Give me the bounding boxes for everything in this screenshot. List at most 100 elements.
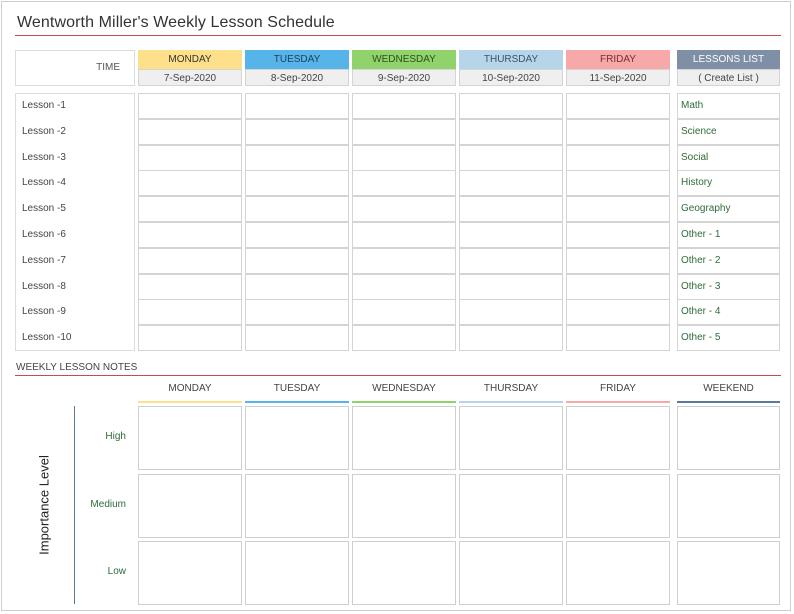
schedule-cell[interactable] (245, 196, 349, 223)
schedule-cell[interactable] (566, 196, 670, 223)
lessons-list-item[interactable]: Science (677, 118, 780, 145)
schedule-cell[interactable] (245, 170, 349, 197)
schedule-cell[interactable] (352, 196, 456, 223)
time-header: TIME (15, 50, 135, 86)
lesson-label: Lesson -7 (22, 254, 66, 266)
lessons-list-item[interactable]: History (677, 170, 780, 197)
schedule-cell[interactable] (245, 118, 349, 145)
notes-cell[interactable] (566, 541, 670, 605)
schedule-cell[interactable] (138, 247, 242, 274)
notes-rule (15, 375, 781, 376)
schedule-cell[interactable] (352, 222, 456, 248)
schedule-cell[interactable] (138, 170, 242, 197)
lessons-list-item[interactable]: Other - 5 (677, 325, 780, 352)
notes-cell[interactable] (245, 406, 349, 470)
notes-cell[interactable] (677, 474, 780, 538)
notes-cell[interactable] (459, 541, 563, 605)
schedule-cell[interactable] (566, 170, 670, 197)
lesson-label: Lesson -3 (22, 151, 66, 163)
lessons-list-item[interactable]: Math (677, 93, 780, 119)
schedule-cell[interactable] (245, 247, 349, 274)
notes-cell[interactable] (352, 474, 456, 538)
schedule-cell[interactable] (352, 273, 456, 300)
notes-header-monday: MONDAY (168, 383, 212, 394)
schedule-cell[interactable] (352, 325, 456, 352)
time-label: TIME (96, 62, 120, 73)
notes-cell[interactable] (677, 541, 780, 605)
day-header-friday: FRIDAY (566, 50, 670, 69)
schedule-cell[interactable] (566, 299, 670, 326)
notes-header-tuesday: TUESDAY (273, 383, 321, 394)
lessons-list-item[interactable]: Geography (677, 196, 780, 223)
schedule-cell[interactable] (245, 325, 349, 352)
schedule-cell[interactable] (459, 273, 563, 300)
importance-level-low: Low (107, 566, 126, 577)
notes-cell[interactable] (138, 474, 242, 538)
schedule-cell[interactable] (138, 196, 242, 223)
schedule-cell[interactable] (352, 170, 456, 197)
schedule-cell[interactable] (566, 325, 670, 352)
notes-cell[interactable] (352, 541, 456, 605)
notes-cell[interactable] (138, 541, 242, 605)
schedule-cell[interactable] (566, 144, 670, 171)
schedule-cell[interactable] (566, 247, 670, 274)
schedule-cell[interactable] (459, 325, 563, 352)
notes-cell[interactable] (566, 474, 670, 538)
notes-cell[interactable] (138, 406, 242, 470)
lessons-list-item[interactable]: Other - 3 (677, 273, 780, 300)
importance-level-medium: Medium (90, 499, 126, 510)
schedule-cell[interactable] (352, 247, 456, 274)
notes-cell[interactable] (677, 406, 780, 470)
date-cell-thursday: 10-Sep-2020 (459, 69, 563, 86)
notes-header-wednesday: WEDNESDAY (372, 383, 436, 394)
schedule-cell[interactable] (459, 144, 563, 171)
lessons-list-column: Math Science Social History Geography Other -… (677, 93, 780, 352)
notes-cell[interactable] (245, 474, 349, 538)
schedule-cell[interactable] (352, 118, 456, 145)
lessons-list-item[interactable]: Social (677, 144, 780, 171)
schedule-cell[interactable] (138, 273, 242, 300)
lessons-list-item[interactable]: Other - 4 (677, 299, 780, 326)
schedule-cell[interactable] (566, 118, 670, 145)
schedule-cell[interactable] (352, 299, 456, 326)
schedule-column-monday (138, 93, 242, 352)
day-header-tuesday: TUESDAY (245, 50, 349, 69)
schedule-cell[interactable] (138, 222, 242, 248)
schedule-cell[interactable] (566, 222, 670, 248)
lessons-list-item[interactable]: Other - 1 (677, 222, 780, 248)
notes-cell[interactable] (566, 406, 670, 470)
schedule-cell[interactable] (352, 144, 456, 171)
schedule-cell[interactable] (138, 93, 242, 119)
schedule-cell[interactable] (245, 299, 349, 326)
notes-cell[interactable] (352, 406, 456, 470)
schedule-cell[interactable] (459, 247, 563, 274)
schedule-cell[interactable] (138, 325, 242, 352)
schedule-cell[interactable] (459, 196, 563, 223)
schedule-cell[interactable] (352, 93, 456, 119)
schedule-cell[interactable] (566, 93, 670, 119)
schedule-cell[interactable] (245, 144, 349, 171)
schedule-cell[interactable] (459, 299, 563, 326)
lesson-label: Lesson -6 (22, 229, 66, 240)
schedule-cell[interactable] (459, 93, 563, 119)
notes-cell[interactable] (459, 406, 563, 470)
schedule-cell[interactable] (138, 299, 242, 326)
notes-cell[interactable] (245, 541, 349, 605)
schedule-cell[interactable] (459, 118, 563, 145)
schedule-cell[interactable] (459, 222, 563, 248)
schedule-cell[interactable] (245, 222, 349, 248)
schedule-cell[interactable] (566, 273, 670, 300)
lessons-list-item[interactable]: Other - 2 (677, 247, 780, 274)
schedule-cell[interactable] (138, 144, 242, 171)
lesson-label: Lesson -9 (22, 306, 66, 318)
notes-cell[interactable] (459, 474, 563, 538)
schedule-column-thursday (459, 93, 563, 352)
schedule-cell[interactable] (138, 118, 242, 145)
day-header-thursday: THURSDAY (459, 50, 563, 69)
schedule-cell[interactable] (245, 273, 349, 300)
notes-header-weekend: WEEKEND (703, 383, 754, 394)
importance-axis-line (74, 406, 75, 604)
schedule-cell[interactable] (245, 93, 349, 119)
create-list-link[interactable]: ( Create List ) (677, 69, 780, 86)
schedule-cell[interactable] (459, 170, 563, 197)
